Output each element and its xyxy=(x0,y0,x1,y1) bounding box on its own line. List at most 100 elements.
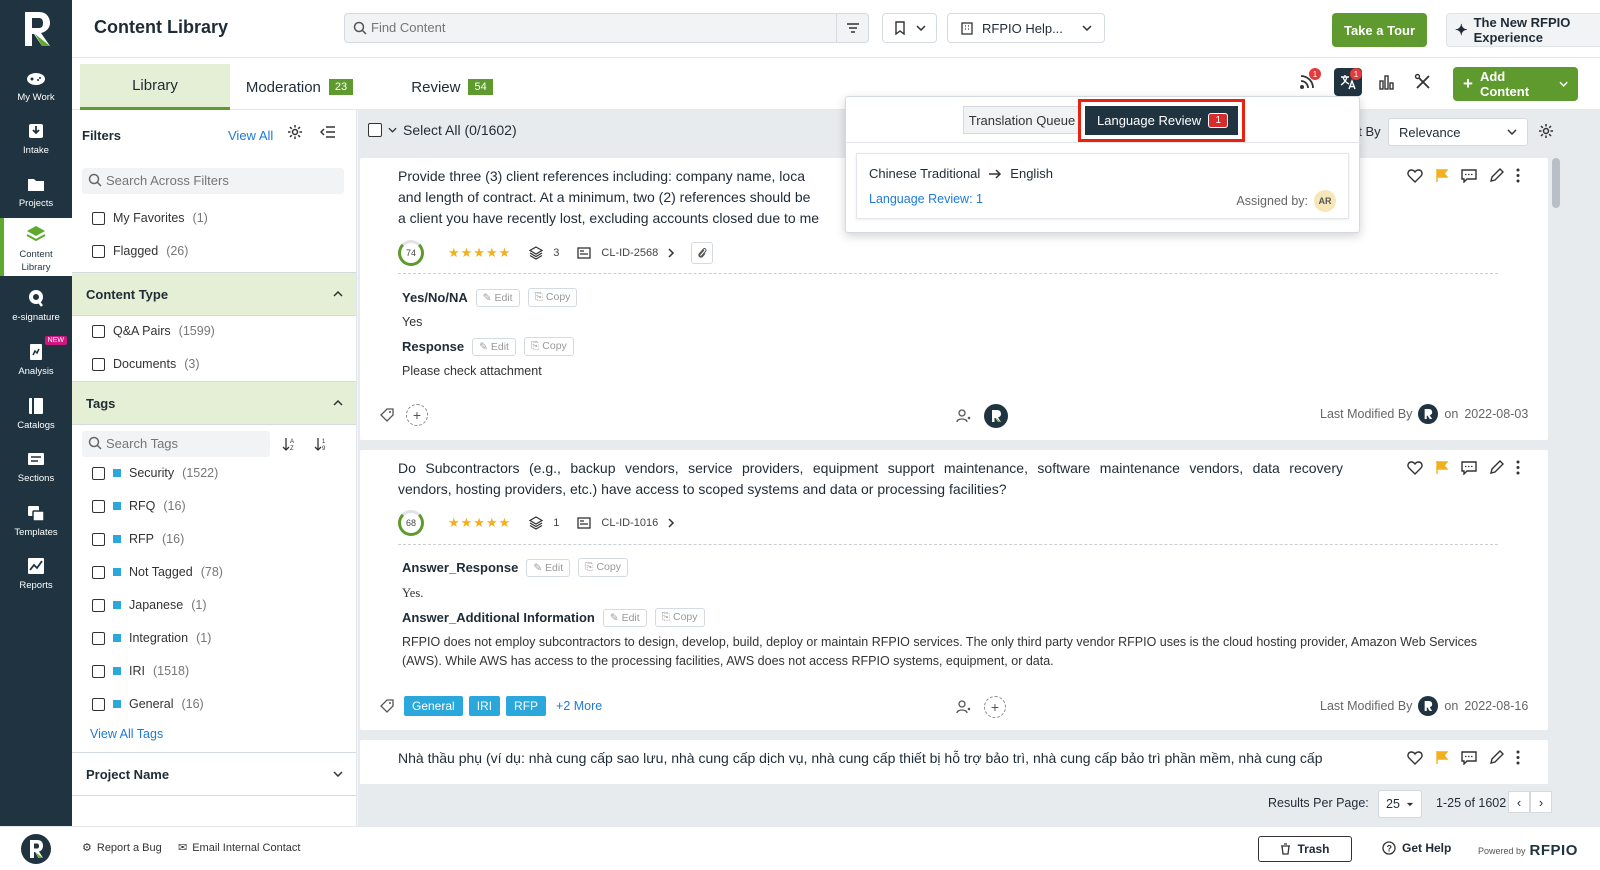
sort-alpha-icon[interactable]: AZ xyxy=(282,436,296,452)
rfpio-logo[interactable] xyxy=(17,8,55,48)
nav-my-work[interactable]: My Work xyxy=(0,62,72,116)
edit-button[interactable]: ✎ Edit xyxy=(475,288,520,307)
add-content-button[interactable]: + Add Content xyxy=(1453,67,1578,101)
edit-button[interactable]: ✎ Edit xyxy=(526,558,571,577)
tag-filter-item[interactable]: RFP (16) xyxy=(92,532,184,546)
chevron-right-icon[interactable] xyxy=(668,248,675,258)
sort-select[interactable]: Relevance xyxy=(1388,118,1528,146)
checkbox[interactable] xyxy=(92,631,105,645)
tag-filter-item[interactable]: General (16) xyxy=(92,697,204,711)
results-per-page-select[interactable]: 25 xyxy=(1378,790,1422,818)
tags-section-header[interactable]: Tags xyxy=(72,381,356,425)
translate-button[interactable]: 1 xyxy=(1334,68,1362,96)
new-experience-dropdown[interactable]: ✦ The New RFPIO Experience xyxy=(1446,13,1600,47)
next-page-button[interactable]: › xyxy=(1530,791,1552,813)
attachment-button[interactable] xyxy=(691,242,714,264)
edit-button[interactable]: ✎ Edit xyxy=(602,608,647,627)
pencil-icon[interactable] xyxy=(1489,460,1504,475)
chevron-down-icon[interactable] xyxy=(388,127,397,133)
tag-filter-item[interactable]: Japanese (1) xyxy=(92,598,207,612)
trash-button[interactable]: Trash xyxy=(1258,836,1352,862)
tag-search[interactable] xyxy=(82,431,270,457)
nav-analysis[interactable]: NEW Analysis xyxy=(0,336,72,390)
checkbox[interactable] xyxy=(92,697,105,711)
tab-review[interactable]: Review 54 xyxy=(397,64,507,110)
chevron-right-icon[interactable] xyxy=(668,518,675,528)
heart-icon[interactable] xyxy=(1407,460,1423,475)
nav-catalogs[interactable]: Catalogs xyxy=(0,390,72,444)
edit-button[interactable]: ✎ Edit xyxy=(472,337,516,356)
tab-language-review[interactable]: Language Review 1 xyxy=(1085,106,1238,135)
language-review-link[interactable]: Language Review: 1 xyxy=(869,192,983,206)
search-input[interactable] xyxy=(371,20,831,35)
flag-icon[interactable] xyxy=(1435,460,1449,475)
tab-library[interactable]: Library xyxy=(80,64,230,110)
scrollbar-thumb[interactable] xyxy=(1552,158,1560,208)
add-assignee-button[interactable]: + xyxy=(984,696,1006,718)
checkbox[interactable] xyxy=(92,598,105,612)
copy-button[interactable]: ⎘ Copy xyxy=(523,337,574,356)
analytics-button[interactable] xyxy=(1372,68,1400,96)
rfpio-circle-logo[interactable] xyxy=(18,833,54,865)
filter-qa-pairs[interactable]: Q&A Pairs (1599) xyxy=(92,324,215,338)
project-name-section-header[interactable]: Project Name xyxy=(72,752,356,796)
copy-button[interactable]: ⎘ Copy xyxy=(578,558,628,577)
nav-reports[interactable]: Reports xyxy=(0,550,72,604)
tab-translation-queue[interactable]: Translation Queue xyxy=(963,106,1081,134)
filter-flagged[interactable]: Flagged (26) xyxy=(92,244,188,258)
help-dropdown[interactable]: RFPIO Help... xyxy=(947,13,1105,43)
user-assign-icon[interactable] xyxy=(956,408,972,424)
tag-filter-item[interactable]: Security (1522) xyxy=(92,466,218,480)
report-bug-link[interactable]: ⚙ Report a Bug xyxy=(82,841,162,855)
find-content-search[interactable] xyxy=(344,13,869,43)
tag-filter-item[interactable]: Integration (1) xyxy=(92,631,211,645)
tag-pill[interactable]: IRI xyxy=(468,696,501,716)
checkbox[interactable] xyxy=(92,499,105,513)
comment-icon[interactable] xyxy=(1461,750,1477,765)
more-vertical-icon[interactable] xyxy=(1516,750,1520,765)
checkbox[interactable] xyxy=(92,211,105,225)
nav-projects[interactable]: Projects xyxy=(0,168,72,222)
more-vertical-icon[interactable] xyxy=(1516,460,1520,475)
checkbox[interactable] xyxy=(92,357,105,371)
tag-pill[interactable]: General xyxy=(404,696,463,716)
flag-icon[interactable] xyxy=(1435,168,1449,183)
copy-button[interactable]: ⎘ Copy xyxy=(527,288,578,307)
tag-search-input[interactable] xyxy=(106,436,266,451)
email-contact-link[interactable]: ✉ Email Internal Contact xyxy=(178,841,300,855)
nav-esignature[interactable]: e-signature xyxy=(0,282,72,336)
select-all-checkbox[interactable] xyxy=(368,123,382,137)
add-tag-button[interactable]: + xyxy=(406,404,428,426)
more-tags-link[interactable]: +2 More xyxy=(556,699,602,713)
nav-templates[interactable]: Templates xyxy=(0,497,72,551)
filter-my-favorites[interactable]: My Favorites (1) xyxy=(92,211,208,225)
prev-page-button[interactable]: ‹ xyxy=(1508,791,1530,813)
take-tour-button[interactable]: Take a Tour xyxy=(1332,13,1427,47)
avatar[interactable] xyxy=(984,404,1008,428)
sort-numeric-icon[interactable]: 19 xyxy=(314,436,328,452)
checkbox[interactable] xyxy=(92,664,105,678)
nav-intake[interactable]: Intake xyxy=(0,115,72,169)
nav-content-library[interactable]: Content Library xyxy=(0,218,72,276)
checkbox[interactable] xyxy=(92,324,105,338)
view-all-filters-link[interactable]: View All xyxy=(228,128,273,143)
filter-search-input[interactable] xyxy=(106,173,336,188)
checkbox[interactable] xyxy=(92,532,105,546)
tab-moderation[interactable]: Moderation 23 xyxy=(237,64,362,110)
tag-filter-item[interactable]: RFQ (16) xyxy=(92,499,186,513)
select-all[interactable]: Select All (0/1602) xyxy=(368,122,517,138)
tag-filter-item[interactable]: Not Tagged (78) xyxy=(92,565,223,579)
more-vertical-icon[interactable] xyxy=(1516,168,1520,183)
content-card[interactable]: Do Subcontractors (e.g., backup vendors,… xyxy=(360,450,1548,730)
filter-documents[interactable]: Documents (3) xyxy=(92,357,200,371)
flag-icon[interactable] xyxy=(1435,750,1449,765)
tools-button[interactable] xyxy=(1409,68,1437,96)
checkbox[interactable] xyxy=(92,466,105,480)
heart-icon[interactable] xyxy=(1407,750,1423,765)
view-all-tags-link[interactable]: View All Tags xyxy=(90,727,163,741)
get-help-button[interactable]: ? Get Help xyxy=(1382,841,1451,855)
user-assign-icon[interactable] xyxy=(956,699,972,715)
pencil-icon[interactable] xyxy=(1489,750,1504,765)
bookmark-dropdown[interactable] xyxy=(882,13,937,43)
content-card[interactable]: Nhà thầu phụ (ví dụ: nhà cung cấp sao lư… xyxy=(360,740,1548,784)
